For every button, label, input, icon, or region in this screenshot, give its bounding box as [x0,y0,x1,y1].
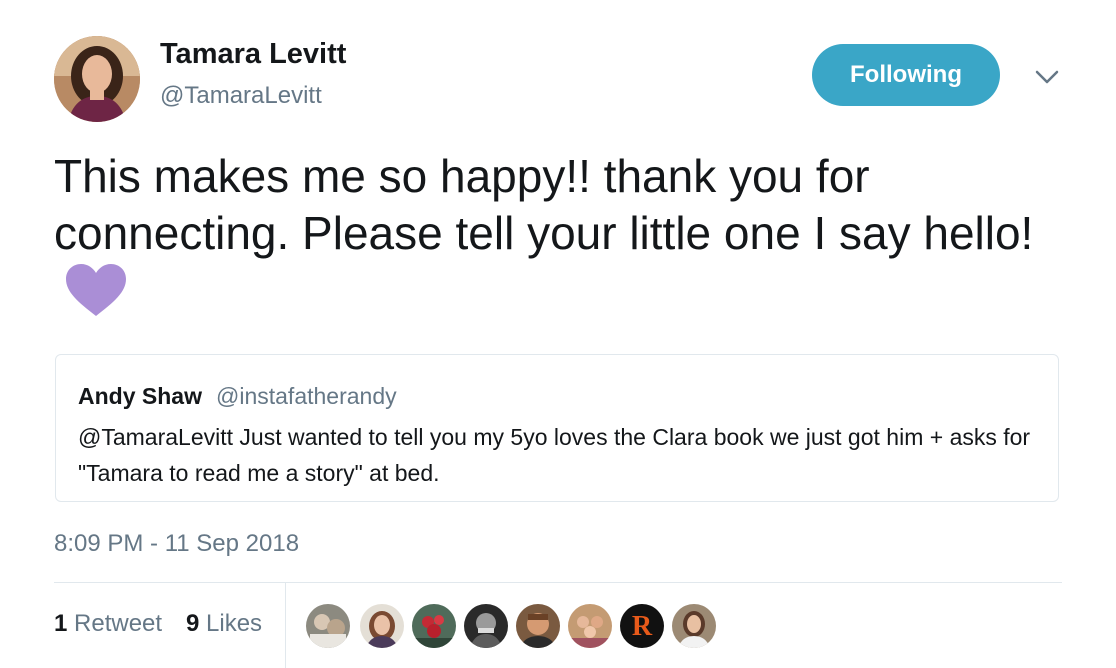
purple-heart-icon [64,262,128,331]
retweets-stat[interactable]: 1 Retweet [54,610,162,638]
following-button[interactable]: Following [812,44,1000,106]
liker-avatar[interactable] [516,604,560,648]
liker-avatar[interactable] [306,604,350,648]
likes-label: Likes [206,610,263,637]
quoted-author-name: Andy Shaw [78,383,202,409]
author-name[interactable]: Tamara Levitt [160,38,346,71]
author-avatar[interactable] [54,36,140,122]
likes-stat[interactable]: 9 Likes [186,610,262,638]
stats-divider [285,583,286,668]
quoted-tweet-text: @TamaraLevitt Just wanted to tell you my… [78,424,1031,486]
liker-avatar[interactable]: R [620,604,664,648]
retweets-count: 1 [54,610,68,637]
tweet-text-content: This makes me so happy!! thank you for c… [54,150,1034,259]
quoted-author-handle: @instafatherandy [216,383,397,409]
likes-count: 9 [186,610,200,637]
liker-avatar[interactable] [672,604,716,648]
quoted-tweet[interactable]: Andy Shaw @instafatherandy @TamaraLevitt… [55,354,1059,502]
tweet-text: This makes me so happy!! thank you for c… [54,148,1064,331]
liker-avatar[interactable] [412,604,456,648]
chevron-down-icon[interactable] [1032,62,1062,92]
liker-avatar[interactable] [464,604,508,648]
svg-text:R: R [632,611,653,642]
retweets-label: Retweet [74,610,163,637]
author-handle[interactable]: @TamaraLevitt [160,82,322,110]
liker-avatar[interactable] [568,604,612,648]
tweet-timestamp[interactable]: 8:09 PM - 11 Sep 2018 [54,530,299,558]
liker-avatar[interactable] [360,604,404,648]
divider [54,582,1062,583]
